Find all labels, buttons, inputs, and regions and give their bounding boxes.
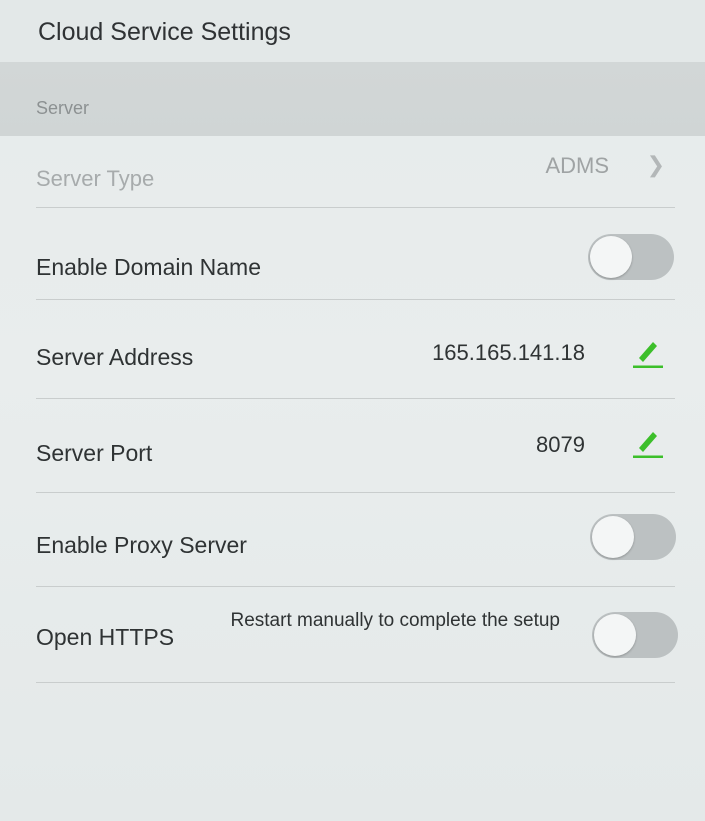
open-https-row: Open HTTPS — [0, 588, 705, 684]
page-title: Cloud Service Settings — [38, 18, 291, 46]
enable-proxy-server-row: Enable Proxy Server — [0, 494, 705, 586]
chevron-right-icon[interactable]: ❯ — [647, 152, 665, 178]
pencil-icon[interactable] — [630, 424, 664, 458]
divider — [36, 586, 675, 587]
enable-domain-name-row: Enable Domain Name — [0, 208, 705, 300]
toggle-knob — [594, 614, 636, 656]
server-address-row[interactable]: Server Address 165.165.141.18 — [0, 300, 705, 396]
server-port-value: 8079 — [536, 432, 585, 457]
section-header-server: Server — [0, 62, 705, 136]
pencil-icon[interactable] — [630, 334, 664, 368]
divider — [36, 682, 675, 683]
divider — [36, 492, 675, 493]
title-bar: Cloud Service Settings — [0, 0, 705, 62]
divider — [36, 398, 675, 399]
enable-proxy-server-toggle[interactable] — [590, 514, 676, 560]
section-label: Server — [36, 98, 90, 118]
restart-note: Restart manually to complete the setup — [230, 610, 560, 631]
server-address-label: Server Address — [36, 344, 194, 370]
enable-domain-name-toggle[interactable] — [588, 234, 674, 280]
server-address-value: 165.165.141.18 — [432, 340, 585, 365]
open-https-toggle[interactable] — [592, 612, 678, 658]
server-type-label: Server Type — [36, 166, 155, 191]
server-type-row[interactable]: Server Type ADMS ❯ — [0, 136, 705, 208]
enable-domain-name-label: Enable Domain Name — [36, 254, 262, 280]
toggle-knob — [590, 236, 632, 278]
enable-proxy-server-label: Enable Proxy Server — [36, 532, 247, 558]
toggle-knob — [592, 516, 634, 558]
server-port-label: Server Port — [36, 440, 153, 466]
open-https-label: Open HTTPS — [36, 624, 175, 650]
cloud-service-settings-screen: Cloud Service Settings Server Server Typ… — [0, 0, 705, 821]
server-type-value: ADMS — [545, 153, 609, 178]
server-port-row[interactable]: Server Port 8079 — [0, 400, 705, 492]
